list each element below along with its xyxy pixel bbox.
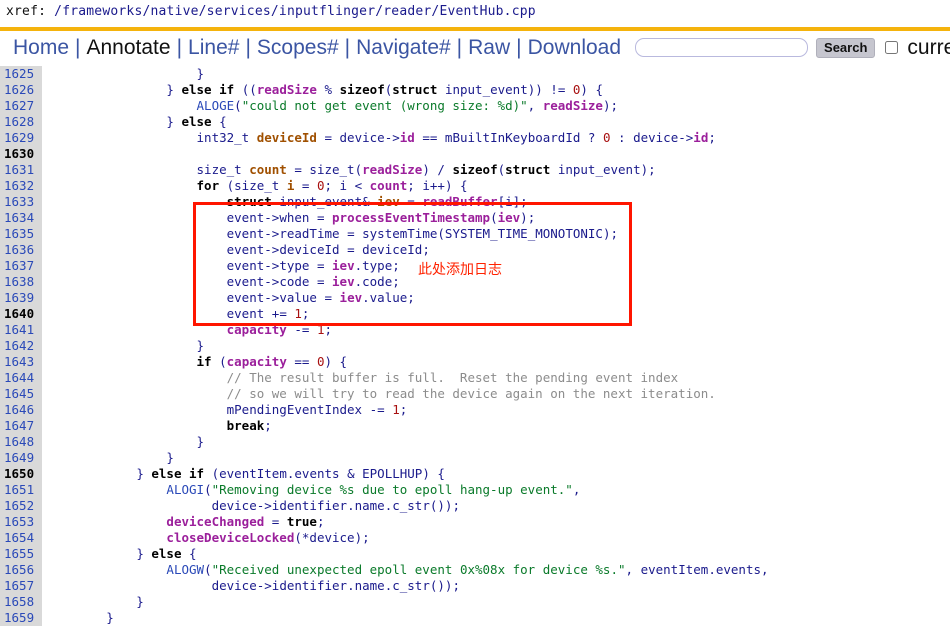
nav-link-raw[interactable]: Raw [463, 37, 515, 58]
code-line: size_t count = size_t(readSize) / sizeof… [196, 162, 656, 177]
code-line: deviceChanged = true; [166, 514, 325, 529]
line-number[interactable]: 1657 [0, 578, 42, 594]
line-number[interactable]: 1654 [0, 530, 42, 546]
line-number[interactable]: 1644 [0, 370, 42, 386]
nav-link-line-numbers[interactable]: Line# [183, 37, 244, 58]
line-number[interactable]: 1649 [0, 450, 42, 466]
line-number[interactable]: 1640 [0, 306, 42, 322]
code-line: closeDeviceLocked(*device); [166, 530, 370, 545]
nav-link-home[interactable]: Home [8, 37, 74, 58]
current-directory-label: current directory [907, 36, 950, 59]
code-line: break; [226, 418, 272, 433]
code-line: // so we will try to read the device aga… [226, 386, 716, 401]
line-number[interactable]: 1653 [0, 514, 42, 530]
code-line: } else if (eventItem.events & EPOLLHUP) … [136, 466, 445, 481]
current-directory-checkbox[interactable] [885, 41, 899, 54]
nav-separator: | [245, 36, 251, 59]
nav-current-annotate: Annotate [86, 36, 171, 59]
code-line: capacity -= 1; [226, 322, 333, 337]
line-number[interactable]: 1630 [0, 146, 42, 162]
code-line: } else { [166, 114, 227, 129]
code-line: device->identifier.name.c_str()); [211, 578, 460, 593]
nav-link-navigate[interactable]: Navigate# [351, 37, 456, 58]
code-line: for (size_t i = 0; i < count; i++) { [196, 178, 468, 193]
line-number[interactable]: 1650 [0, 466, 42, 482]
code-line: } [46, 434, 205, 449]
nav-link-scopes[interactable]: Scopes# [252, 37, 344, 58]
code-line: event->deviceId = deviceId; [226, 242, 430, 257]
code-line: event->readTime = systemTime(SYSTEM_TIME… [226, 226, 619, 241]
code-line: // The result buffer is full. Reset the … [226, 370, 679, 385]
line-number-gutter[interactable]: 1625 1626 1627 1628 1629 1630 1631 1632 1633 1634… [0, 66, 42, 626]
line-number[interactable]: 1632 [0, 178, 42, 194]
code-line: event->when = processEventTimestamp(iev)… [226, 210, 536, 225]
line-number[interactable]: 1635 [0, 226, 42, 242]
line-number[interactable]: 1638 [0, 274, 42, 290]
line-number[interactable]: 1629 [0, 130, 42, 146]
line-number[interactable]: 1634 [0, 210, 42, 226]
nav-separator: | [344, 36, 351, 59]
nav-separator: | [75, 36, 81, 59]
code-line: } else { [136, 546, 197, 561]
source-code-column: } } else if ((readSize % sizeof(struct i… [42, 66, 950, 626]
navigation-bar: Home | Annotate | Line# | Scopes# | Navi… [0, 31, 950, 64]
code-line: } [46, 338, 205, 353]
nav-separator: | [456, 36, 463, 59]
nav-separator: | [516, 36, 522, 59]
code-line: int32_t deviceId = device->id == mBuiltI… [196, 130, 716, 145]
code-line: ALOGW("Received unexpected epoll event 0… [166, 562, 769, 577]
line-number[interactable]: 1643 [0, 354, 42, 370]
line-number[interactable]: 1659 [0, 610, 42, 626]
code-line: if (capacity == 0) { [196, 354, 348, 369]
code-line: ALOGI("Removing device %s due to epoll h… [166, 482, 581, 497]
code-line: } [46, 610, 114, 625]
code-line: } else if ((readSize % sizeof(struct inp… [166, 82, 603, 97]
xref-label: xref: [6, 4, 47, 19]
nav-separator: | [176, 36, 183, 59]
line-number[interactable]: 1642 [0, 338, 42, 354]
line-number[interactable]: 1655 [0, 546, 42, 562]
line-number[interactable]: 1647 [0, 418, 42, 434]
search-button[interactable]: Search [816, 37, 876, 58]
code-line: device->identifier.name.c_str()); [211, 498, 460, 513]
line-number[interactable]: 1637 [0, 258, 42, 274]
line-number[interactable]: 1648 [0, 434, 42, 450]
xref-title-bar: xref: /frameworks/native/services/inputf… [0, 0, 950, 27]
line-number[interactable]: 1652 [0, 498, 42, 514]
code-line: event->value = iev.value; [226, 290, 415, 305]
annotation-note-text: 此处添加日志 [418, 262, 502, 278]
line-number[interactable]: 1626 [0, 82, 42, 98]
xref-file-path[interactable]: /frameworks/native/services/inputflinger… [54, 4, 536, 19]
line-number[interactable]: 1625 [0, 66, 42, 82]
code-line: ALOGE("could not get event (wrong size: … [196, 98, 619, 113]
line-number[interactable]: 1631 [0, 162, 42, 178]
code-viewer: 1625 1626 1627 1628 1629 1630 1631 1632 1633 1634… [0, 66, 950, 626]
search-input[interactable] [635, 38, 809, 57]
line-number[interactable]: 1639 [0, 290, 42, 306]
line-number[interactable]: 1645 [0, 386, 42, 402]
line-number[interactable]: 1646 [0, 402, 42, 418]
line-number[interactable]: 1633 [0, 194, 42, 210]
line-number[interactable]: 1641 [0, 322, 42, 338]
code-line: event += 1; [226, 306, 310, 321]
code-line: mPendingEventIndex -= 1; [226, 402, 408, 417]
code-line: } [46, 450, 174, 465]
line-number[interactable]: 1627 [0, 98, 42, 114]
line-number[interactable]: 1656 [0, 562, 42, 578]
code-line: struct input_event& iev = readBuffer[i]; [226, 194, 528, 209]
nav-link-download[interactable]: Download [523, 37, 626, 58]
code-line: } [46, 594, 144, 609]
line-number[interactable]: 1628 [0, 114, 42, 130]
code-line: } [46, 66, 205, 81]
line-number[interactable]: 1636 [0, 242, 42, 258]
line-number[interactable]: 1658 [0, 594, 42, 610]
line-number[interactable]: 1651 [0, 482, 42, 498]
